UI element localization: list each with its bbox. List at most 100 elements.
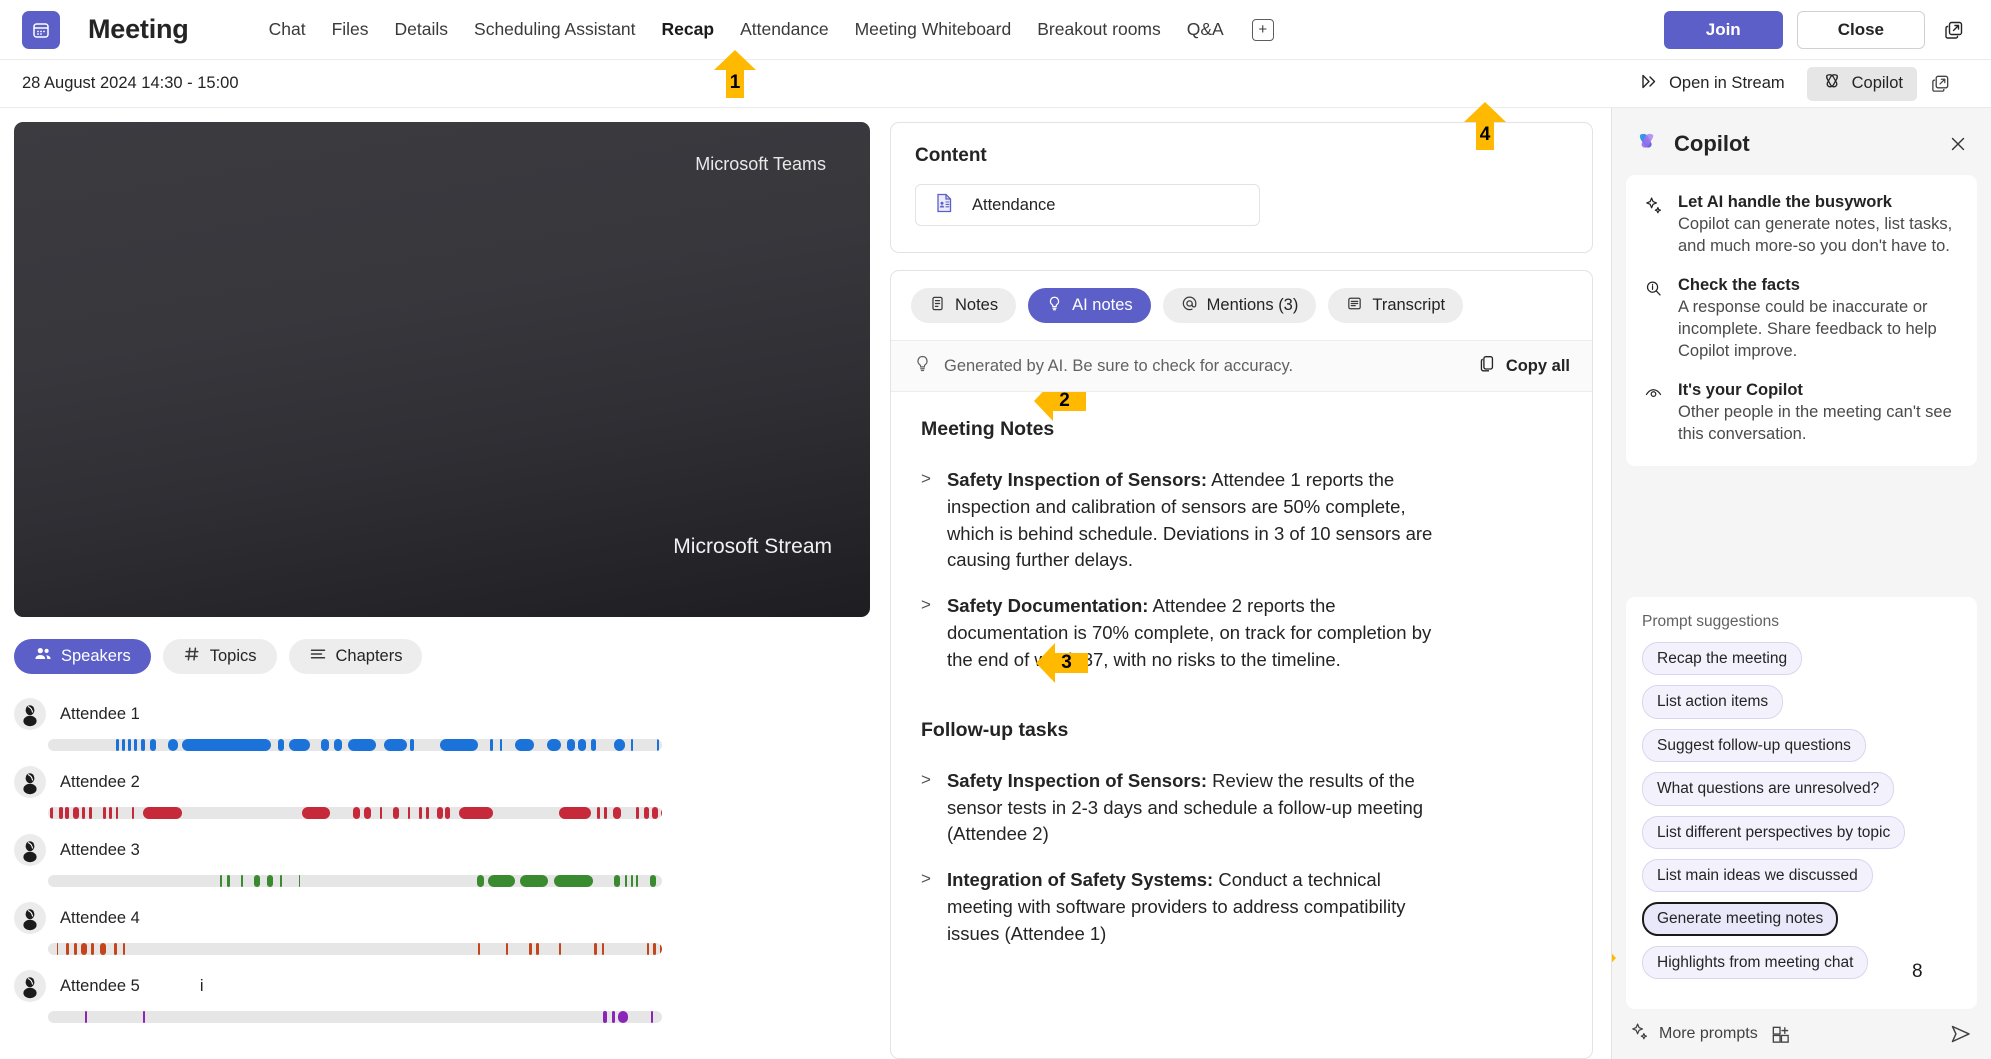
note-title: Safety Inspection of Sensors:: [946, 469, 1208, 490]
speaker-timeline-track[interactable]: [48, 943, 662, 955]
annotation-marker-5: 5: [1612, 937, 1616, 979]
tab-meeting-whiteboard[interactable]: Meeting Whiteboard: [853, 15, 1014, 44]
copilot-toggle-button[interactable]: Copilot: [1806, 66, 1917, 101]
speaking-segment: [650, 1011, 654, 1023]
speaker-timeline-track[interactable]: [48, 807, 662, 819]
note-item: > Safety Inspection of Sensors: Review t…: [921, 768, 1562, 848]
attendance-attachment-label: Attendance: [972, 195, 1056, 214]
tab-notes-label: Notes: [955, 296, 999, 314]
speaking-segment: [611, 1011, 615, 1023]
speaking-segment: [254, 875, 260, 887]
speaking-segment: [347, 739, 376, 751]
join-button[interactable]: Join: [1663, 10, 1783, 49]
info-item-check-facts-text: Check the facts A response could be inac…: [1678, 276, 1959, 363]
tab-ai-notes[interactable]: AI notes: [1028, 288, 1151, 323]
add-tab-icon[interactable]: +: [1251, 18, 1274, 41]
speaking-segment: [603, 1011, 608, 1023]
tab-recap[interactable]: Recap: [660, 15, 717, 44]
speaking-segment: [277, 739, 284, 751]
apps-grid-icon[interactable]: [1770, 1024, 1791, 1045]
meeting-video-player[interactable]: Microsoft Teams Microsoft Stream: [14, 122, 870, 617]
teams-meeting-recap-window: Meeting Chat Files Details Scheduling As…: [0, 0, 1991, 1059]
sparkle-icon: [1630, 1022, 1649, 1046]
tab-attendance[interactable]: Attendance: [738, 15, 831, 44]
speaker-timeline-list: Attendee 1 Attendee 2 Attendee 3 Attende…: [14, 696, 870, 1036]
close-meeting-button[interactable]: Close: [1796, 10, 1925, 49]
prompt-suggestion-chip[interactable]: Highlights from meeting chat: [1642, 945, 1869, 979]
annotation-marker-8: 8: [1912, 961, 1923, 982]
segment-chapters[interactable]: Chapters: [288, 639, 423, 674]
tab-qa[interactable]: Q&A: [1185, 15, 1226, 44]
speaking-segment: [652, 807, 658, 819]
close-icon[interactable]: [1947, 133, 1969, 155]
note-item: > Safety Documentation: Attendee 2 repor…: [921, 593, 1562, 673]
note-title: Integration of Safety Systems:: [946, 869, 1214, 891]
tab-notes[interactable]: Notes: [911, 288, 1017, 323]
speaker-timeline-track[interactable]: [48, 875, 662, 887]
tab-files[interactable]: Files: [330, 15, 371, 44]
speaker-name: Attendee 3: [60, 840, 140, 859]
prompt-suggestion-chip[interactable]: Recap the meeting: [1642, 642, 1803, 676]
speaking-segment: [109, 807, 112, 819]
speaking-segment: [181, 739, 271, 751]
prompt-suggestion-chip[interactable]: Generate meeting notes: [1642, 902, 1839, 936]
open-in-stream-label: Open in Stream: [1669, 74, 1785, 92]
note-text: Safety Inspection of Sensors: Review the…: [947, 768, 1447, 848]
page-title: Meeting: [88, 14, 189, 44]
segment-speakers[interactable]: Speakers: [14, 639, 151, 674]
speaking-segment: [122, 943, 125, 955]
tab-breakout-rooms[interactable]: Breakout rooms: [1035, 15, 1163, 44]
followup-tasks-list: > Safety Inspection of Sensors: Review t…: [921, 768, 1562, 948]
speaker-row: Attendee 2: [14, 764, 870, 819]
prompt-suggestion-chip[interactable]: Suggest follow-up questions: [1642, 728, 1866, 763]
speaking-segment: [612, 807, 622, 819]
speaking-segment: [506, 943, 509, 955]
avatar: [14, 766, 46, 798]
tab-chat[interactable]: Chat: [267, 15, 308, 44]
speaking-segment: [594, 943, 597, 955]
recap-left-column: Microsoft Teams Microsoft Stream Speaker…: [0, 108, 884, 1059]
copy-all-label: Copy all: [1505, 356, 1570, 375]
speaker-timeline-track[interactable]: [48, 739, 662, 751]
prompt-suggestion-chip[interactable]: List different perspectives by topic: [1642, 815, 1906, 849]
tab-mentions[interactable]: Mentions (3): [1162, 288, 1317, 323]
speaking-segment: [476, 875, 484, 887]
segment-topics[interactable]: Topics: [162, 639, 277, 674]
prompt-suggestion-chip[interactable]: What questions are unresolved?: [1642, 772, 1895, 806]
copy-all-button[interactable]: Copy all: [1478, 354, 1570, 378]
speaking-segment: [519, 875, 548, 887]
note-text: Safety Inspection of Sensors: Attendee 1…: [947, 467, 1447, 574]
magnifier-info-icon: [1644, 276, 1664, 363]
speaking-segment: [127, 739, 131, 751]
attendance-attachment[interactable]: Attendance: [915, 184, 1260, 226]
speaking-segment: [65, 807, 69, 819]
speaker-timeline-track[interactable]: [48, 1011, 662, 1023]
note-text: Integration of Safety Systems: Conduct a…: [947, 867, 1447, 947]
speaking-segment: [625, 875, 628, 887]
note-bullet-icon: >: [921, 869, 931, 889]
tab-transcript-label: Transcript: [1372, 296, 1446, 314]
speaking-segment: [558, 807, 591, 819]
speaking-segment: [459, 807, 493, 819]
stream-play-icon: [1639, 71, 1660, 97]
speaking-segment: [514, 739, 535, 751]
prompt-suggestion-chip[interactable]: List action items: [1642, 685, 1784, 719]
prompt-suggestion-chip[interactable]: List main ideas we discussed: [1642, 858, 1873, 893]
tab-scheduling-assistant[interactable]: Scheduling Assistant: [472, 15, 638, 44]
expand-panel-icon[interactable]: [1925, 69, 1955, 99]
speaking-segment: [302, 807, 331, 819]
avatar: [14, 834, 46, 866]
tab-transcript[interactable]: Transcript: [1328, 288, 1464, 323]
people-icon: [34, 645, 52, 668]
speaking-segment: [288, 739, 310, 751]
speaking-segment: [659, 943, 662, 955]
send-icon[interactable]: [1949, 1022, 1973, 1046]
ai-notes-content: Meeting Notes > Safety Inspection of Sen…: [891, 392, 1592, 1058]
open-in-stream-button[interactable]: Open in Stream: [1625, 67, 1799, 101]
copilot-icon: [1634, 128, 1660, 159]
open-in-new-window-icon[interactable]: [1939, 15, 1969, 45]
tab-details[interactable]: Details: [393, 15, 451, 44]
info-body: Copilot can generate notes, list tasks, …: [1678, 215, 1953, 255]
more-prompts-button[interactable]: More prompts: [1630, 1022, 1758, 1046]
speaking-segment: [321, 739, 330, 751]
